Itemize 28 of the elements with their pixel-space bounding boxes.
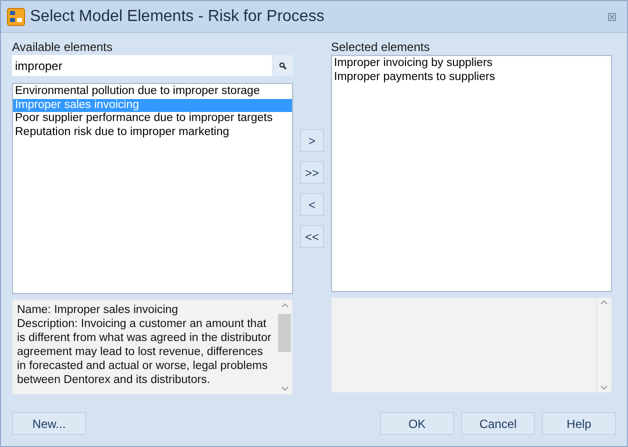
move-button[interactable]: > [300, 129, 324, 152]
element-description: Description: Invoicing a customer an amount that is different from what was agreed in the distributor agreement may lead to lost revenue, differences in forecasted and actual or worse, legal problems between Dentorex and its distributors. [17, 317, 272, 387]
element-description: Name: Improper sales invoicing [17, 303, 180, 317]
move-button[interactable]: >> [300, 161, 324, 184]
move-button[interactable]: < [300, 193, 324, 216]
list-item[interactable]: Improper invoicing by suppliers [332, 57, 611, 70]
list-item[interactable]: Poor supplier performance due to improper targets [13, 112, 292, 126]
selected-label: Selected elements [331, 39, 431, 54]
dialog-button[interactable]: Cancel [461, 412, 535, 435]
close-icon[interactable] [608, 12, 616, 20]
list-item[interactable]: Reputation risk due to improper marketing [13, 126, 292, 139]
scroll-down-icon[interactable] [600, 385, 608, 390]
app-icon [7, 8, 25, 26]
search-field[interactable]: improper [12, 55, 272, 76]
dialog-button[interactable]: OK [380, 412, 454, 435]
move-button[interactable]: << [300, 225, 324, 248]
scroll-down-icon[interactable] [280, 386, 288, 391]
search-button[interactable] [273, 55, 293, 76]
search-icon [279, 62, 287, 70]
new-button[interactable]: New... [12, 412, 86, 435]
window-title: Select Model Elements - Risk for Process [30, 6, 324, 26]
list-item[interactable]: Environmental pollution due to improper storage [13, 85, 292, 98]
scroll-thumb[interactable] [278, 314, 291, 352]
available-label: Available elements [12, 39, 114, 54]
scroll-up-icon[interactable] [600, 300, 608, 305]
scroll-up-icon[interactable] [280, 303, 288, 308]
list-item[interactable]: Improper payments to suppliers [332, 70, 611, 84]
dialog-button[interactable]: Help [542, 412, 616, 435]
